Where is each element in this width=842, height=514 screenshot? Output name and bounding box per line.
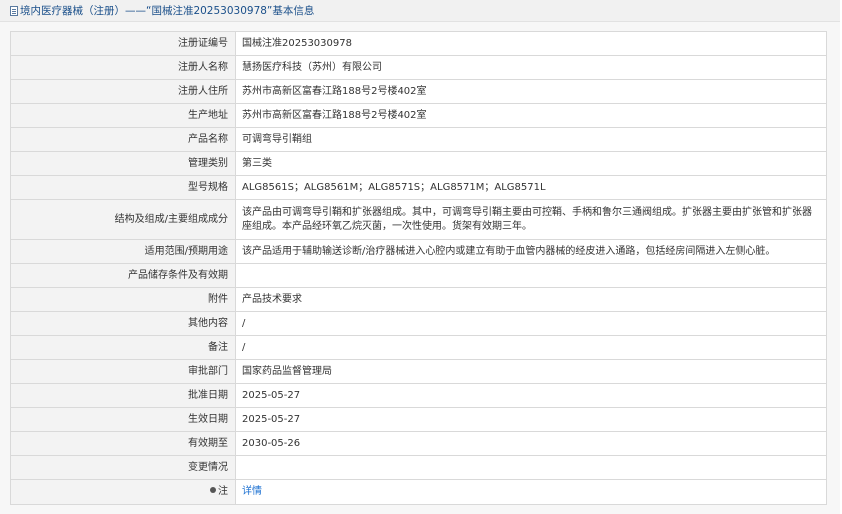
row-value: 产品技术要求 <box>235 287 827 312</box>
row-label: 适用范围/预期用途 <box>10 239 236 264</box>
pin-icon <box>210 487 216 493</box>
row-label: 附件 <box>10 287 236 312</box>
row-value <box>235 263 827 288</box>
table-row-note: 注 详情 <box>10 479 827 505</box>
table-row-approval-date: 批准日期 2025-05-27 <box>10 383 827 408</box>
row-value: 第三类 <box>235 151 827 176</box>
row-label: 生效日期 <box>10 407 236 432</box>
row-value: 该产品适用于辅助输送诊断/治疗器械进入心腔内或建立有助于血管内器械的经皮进入通路… <box>235 239 827 264</box>
table-row-production-address: 生产地址 苏州市高新区富春江路188号2号楼402室 <box>10 103 827 128</box>
row-value <box>235 455 827 480</box>
row-value: 国家药品监督管理局 <box>235 359 827 384</box>
row-label-note: 注 <box>10 479 236 505</box>
row-label: 注 <box>218 486 228 497</box>
table-row-registrant-name: 注册人名称 慧扬医疗科技（苏州）有限公司 <box>10 55 827 80</box>
page-title: 境内医疗器械（注册）——“国械注准20253030978”基本信息 <box>20 5 315 17</box>
table-row-approval-dept: 审批部门 国家药品监督管理局 <box>10 359 827 384</box>
row-label: 有效期至 <box>10 431 236 456</box>
row-label: 注册人住所 <box>10 79 236 104</box>
row-value: 苏州市高新区富春江路188号2号楼402室 <box>235 79 827 104</box>
table-row-management-class: 管理类别 第三类 <box>10 151 827 176</box>
row-label: 批准日期 <box>10 383 236 408</box>
row-value: 详情 <box>235 479 827 505</box>
row-value: 2030-05-26 <box>235 431 827 456</box>
document-icon <box>10 5 18 16</box>
row-value: 国械注准20253030978 <box>235 31 827 56</box>
row-label: 管理类别 <box>10 151 236 176</box>
table-row-changes: 变更情况 <box>10 455 827 480</box>
table-row-intended-use: 适用范围/预期用途 该产品适用于辅助输送诊断/治疗器械进入心腔内或建立有助于血管… <box>10 239 827 264</box>
row-label: 注册证编号 <box>10 31 236 56</box>
row-value: 该产品由可调弯导引鞘和扩张器组成。其中，可调弯导引鞘主要由可控鞘、手柄和鲁尔三通… <box>235 199 827 240</box>
row-label: 结构及组成/主要组成成分 <box>10 199 236 240</box>
table-row-valid-until: 有效期至 2030-05-26 <box>10 431 827 456</box>
table-row-storage: 产品储存条件及有效期 <box>10 263 827 288</box>
row-value: / <box>235 335 827 360</box>
row-label: 注册人名称 <box>10 55 236 80</box>
table-row-registration-no: 注册证编号 国械注准20253030978 <box>10 31 827 56</box>
page-title-bar: 境内医疗器械（注册）——“国械注准20253030978”基本信息 <box>0 0 840 22</box>
row-value: 可调弯导引鞘组 <box>235 127 827 152</box>
row-value: 2025-05-27 <box>235 407 827 432</box>
table-row-product-name: 产品名称 可调弯导引鞘组 <box>10 127 827 152</box>
row-label: 产品储存条件及有效期 <box>10 263 236 288</box>
table-row-remarks: 备注 / <box>10 335 827 360</box>
row-value: 苏州市高新区富春江路188号2号楼402室 <box>235 103 827 128</box>
table-row-model-spec: 型号规格 ALG8561S；ALG8561M；ALG8571S；ALG8571M… <box>10 175 827 200</box>
row-label: 变更情况 <box>10 455 236 480</box>
row-label: 审批部门 <box>10 359 236 384</box>
row-value: 2025-05-27 <box>235 383 827 408</box>
row-label: 型号规格 <box>10 175 236 200</box>
info-table: 注册证编号 国械注准20253030978 注册人名称 慧扬医疗科技（苏州）有限… <box>10 31 827 505</box>
table-row-registrant-address: 注册人住所 苏州市高新区富春江路188号2号楼402室 <box>10 79 827 104</box>
table-row-attachment: 附件 产品技术要求 <box>10 287 827 312</box>
row-label: 产品名称 <box>10 127 236 152</box>
row-value: ALG8561S；ALG8561M；ALG8571S；ALG8571M；ALG8… <box>235 175 827 200</box>
row-label: 其他内容 <box>10 311 236 336</box>
table-row-structure: 结构及组成/主要组成成分 该产品由可调弯导引鞘和扩张器组成。其中，可调弯导引鞘主… <box>10 199 827 240</box>
table-row-effective-date: 生效日期 2025-05-27 <box>10 407 827 432</box>
details-link[interactable]: 详情 <box>242 486 262 497</box>
row-value: 慧扬医疗科技（苏州）有限公司 <box>235 55 827 80</box>
row-value: / <box>235 311 827 336</box>
row-label: 备注 <box>10 335 236 360</box>
row-label: 生产地址 <box>10 103 236 128</box>
table-row-other: 其他内容 / <box>10 311 827 336</box>
